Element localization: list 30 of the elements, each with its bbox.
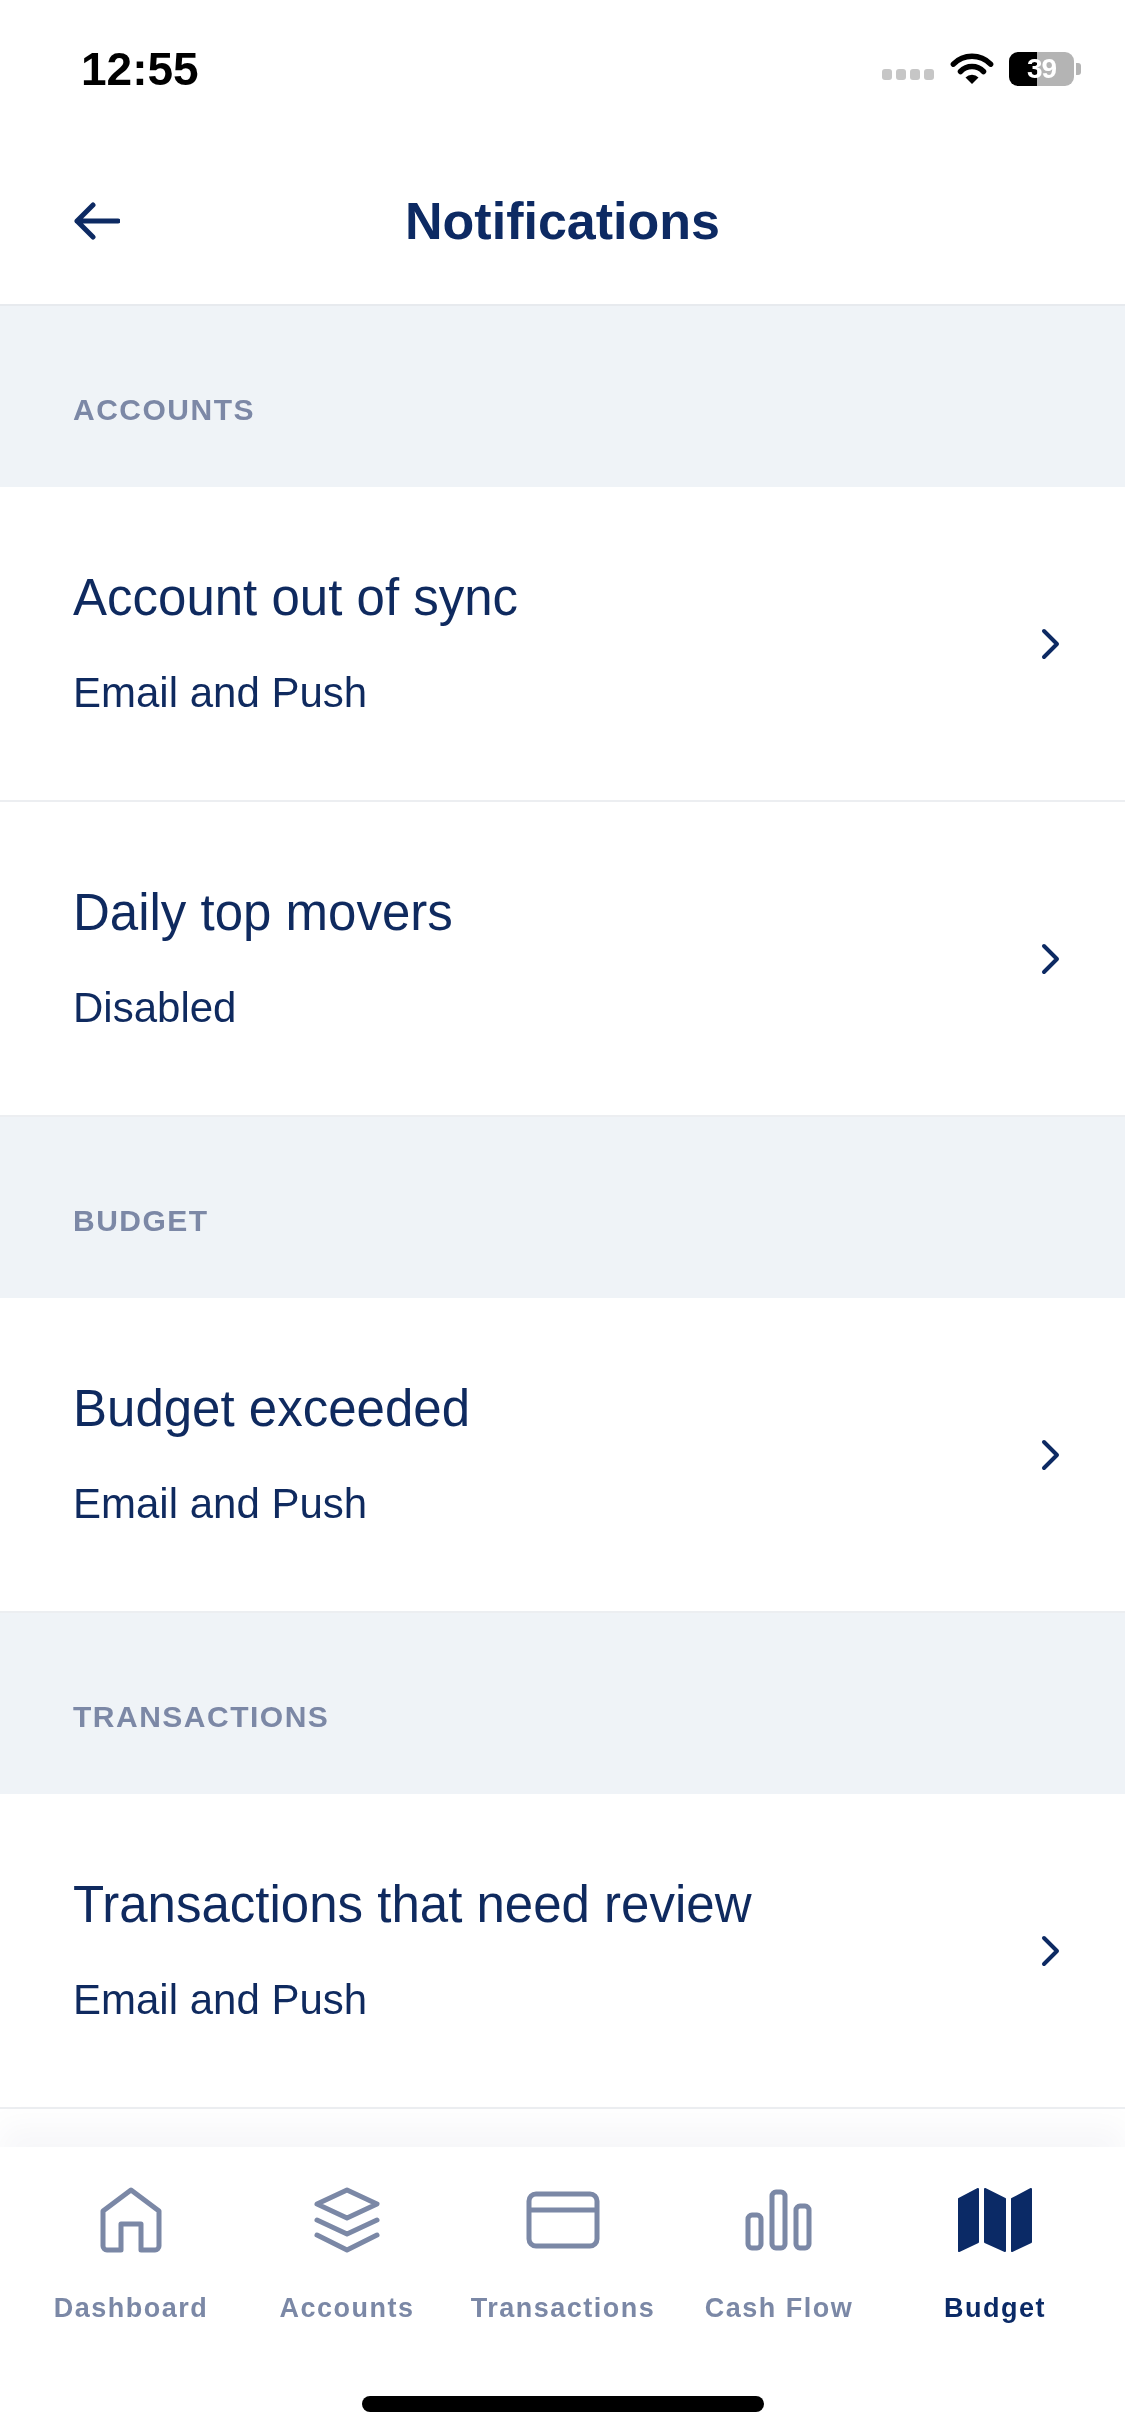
- credit-card-icon: [526, 2191, 600, 2249]
- setting-status: Email and Push: [73, 1975, 368, 2025]
- nav-tab[interactable]: Budget: [887, 2187, 1103, 2325]
- setting-title: Budget exceeded: [73, 1379, 470, 1439]
- setting-status: Email and Push: [73, 668, 368, 718]
- chevron-right-icon: [1041, 942, 1061, 975]
- setting-status: Email and Push: [73, 1479, 368, 1529]
- setting-status: Disabled: [73, 983, 237, 1033]
- wifi-icon: [949, 53, 995, 85]
- screen-title: Notifications: [405, 191, 720, 252]
- nav-tab[interactable]: Transactions: [455, 2187, 671, 2325]
- chevron-right-icon: [1041, 627, 1061, 660]
- layers-icon: [313, 2187, 381, 2253]
- nav-tab[interactable]: Dashboard: [23, 2187, 239, 2325]
- setting-title: Transactions that need review: [73, 1875, 752, 1935]
- section-title: TRANSACTIONS: [73, 1702, 330, 1732]
- map-icon: [958, 2187, 1032, 2253]
- setting-title: Daily top movers: [73, 883, 453, 943]
- chevron-right-icon: [1041, 1438, 1061, 1471]
- section-title: ACCOUNTS: [73, 395, 255, 425]
- back-arrow-icon[interactable]: [72, 201, 120, 241]
- signal-icon: [882, 68, 934, 80]
- nav-tab[interactable]: Accounts: [239, 2187, 455, 2325]
- nav-tab[interactable]: Cash Flow: [671, 2187, 887, 2325]
- house-icon: [100, 2187, 162, 2253]
- section-title: BUDGET: [73, 1206, 209, 1236]
- chevron-right-icon: [1041, 1934, 1061, 1967]
- setting-title: Account out of sync: [73, 568, 519, 628]
- status-time: 12:55: [81, 43, 199, 95]
- bar-chart-icon: [745, 2189, 813, 2251]
